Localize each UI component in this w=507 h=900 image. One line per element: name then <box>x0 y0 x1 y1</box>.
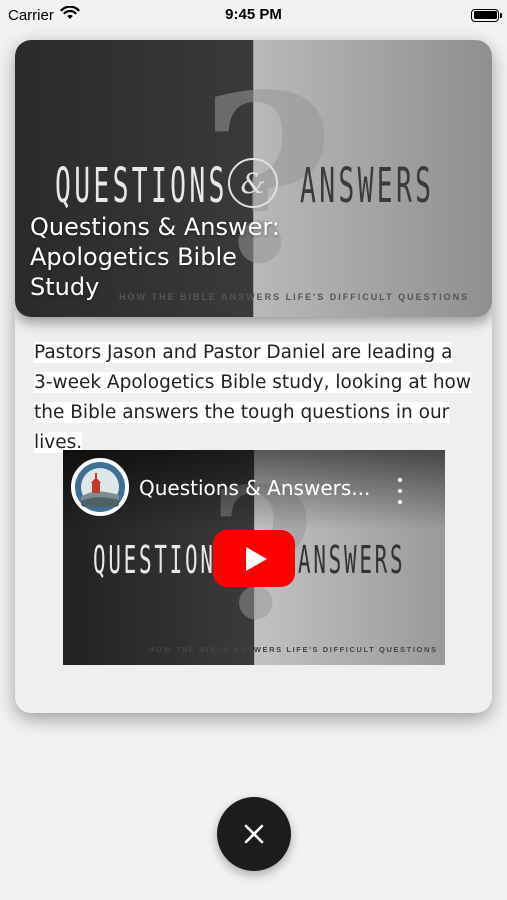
status-time: 9:45 PM <box>225 6 282 23</box>
hero-graphic-ampersand: & <box>228 158 278 208</box>
video-graphic-word-left: QUESTIONS <box>93 538 231 582</box>
status-bar: Carrier 9:45 PM <box>0 0 507 30</box>
close-button[interactable] <box>217 797 291 871</box>
hero-graphic-word-left: QUESTIONS <box>55 158 228 214</box>
channel-avatar[interactable] <box>71 458 129 516</box>
battery-icon <box>471 8 502 22</box>
hero-image: ? QUESTIONS & ANSWERS HOW THE BIBLE ANSW… <box>15 40 492 317</box>
hero-graphic-word-right: ANSWERS <box>300 158 435 214</box>
video-graphic-word-right: ANSWERS <box>298 538 406 582</box>
play-button[interactable] <box>213 530 295 587</box>
event-title: Questions & Answer: Apologetics Bible St… <box>30 213 280 301</box>
more-vertical-icon[interactable] <box>395 478 405 504</box>
video-player[interactable]: ? QUESTIONS ANSWERS HOW THE BIBLE ANSWER… <box>63 450 445 665</box>
event-card: ? QUESTIONS & ANSWERS HOW THE BIBLE ANSW… <box>15 40 492 713</box>
event-description-text: Pastors Jason and Pastor Daniel are lead… <box>34 342 471 453</box>
video-graphic-subtitle: HOW THE BIBLE ANSWERS LIFE'S DIFFICULT Q… <box>149 645 438 654</box>
close-icon <box>244 824 264 844</box>
event-description: Pastors Jason and Pastor Daniel are lead… <box>34 338 474 458</box>
video-title[interactable]: Questions & Answers... <box>139 476 370 500</box>
